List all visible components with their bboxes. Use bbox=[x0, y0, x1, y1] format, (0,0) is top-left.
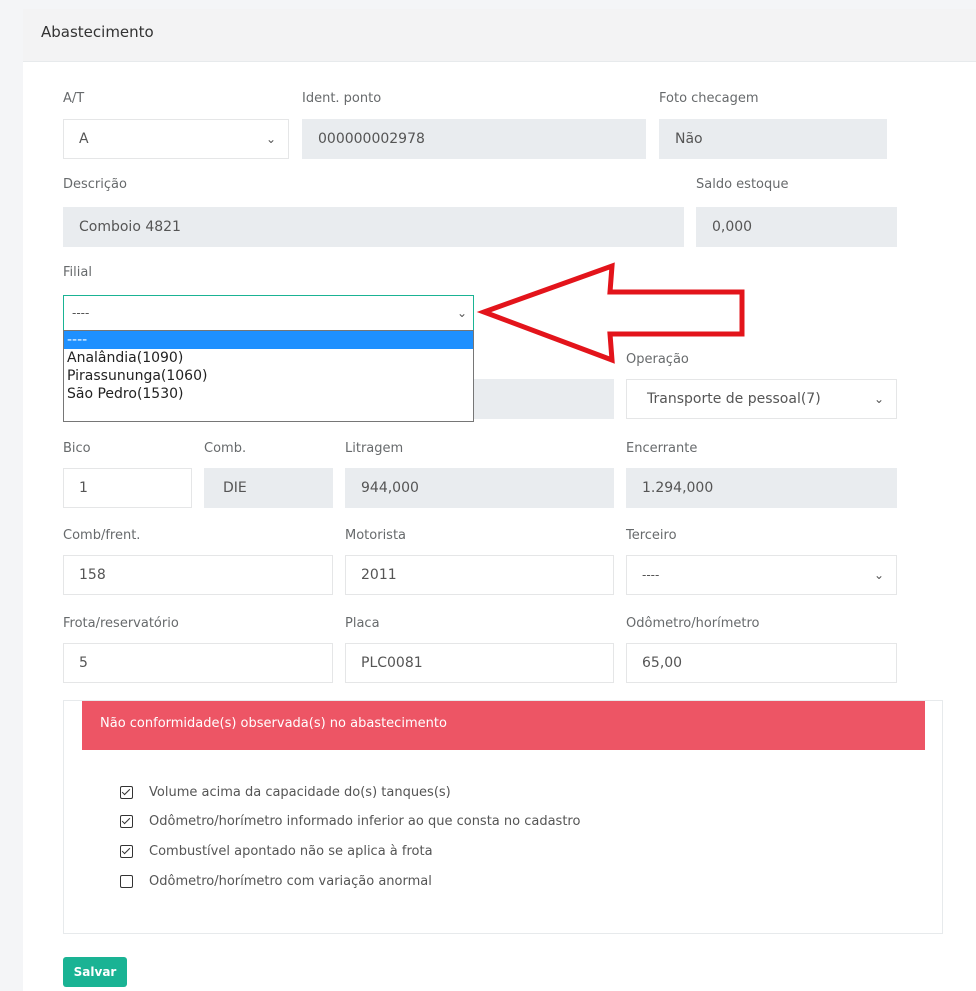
bico-field[interactable]: 1 bbox=[63, 468, 192, 508]
at-select[interactable]: A ⌄ bbox=[63, 119, 289, 159]
chevron-down-icon: ⌄ bbox=[873, 568, 884, 582]
terceiro-label: Terceiro bbox=[626, 528, 677, 543]
operacao-select[interactable]: Transporte de pessoal(7) ⌄ bbox=[626, 379, 897, 419]
ident-ponto-field: 000000002978 bbox=[302, 119, 646, 159]
motorista-label: Motorista bbox=[345, 528, 407, 543]
motorista-field[interactable]: 2011 bbox=[345, 555, 614, 595]
dropdown-option[interactable]: São Pedro(1530) bbox=[64, 385, 473, 403]
dropdown-option[interactable]: Analândia(1090) bbox=[64, 349, 473, 367]
nc-item[interactable]: Odômetro/horímetro com variação anormal bbox=[120, 871, 432, 891]
hidden-field bbox=[474, 379, 614, 419]
encerrante-label: Encerrante bbox=[626, 441, 698, 456]
nc-item-label: Odômetro/horímetro com variação anormal bbox=[149, 873, 432, 889]
saldo-estoque-label: Saldo estoque bbox=[696, 177, 789, 192]
comb-field: DIE bbox=[204, 468, 333, 508]
filial-dropdown-list[interactable]: ---- Analândia(1090) Pirassununga(1060) … bbox=[63, 330, 474, 422]
nc-item-label: Volume acima da capacidade do(s) tanques… bbox=[149, 784, 451, 800]
filial-value: ---- bbox=[72, 306, 90, 320]
chevron-down-icon: ⌄ bbox=[456, 306, 467, 320]
chevron-down-icon: ⌄ bbox=[873, 392, 884, 406]
nc-item-label: Combustível apontado não se aplica à fro… bbox=[149, 843, 433, 859]
frota-field[interactable]: 5 bbox=[63, 643, 333, 683]
nc-item[interactable]: Volume acima da capacidade do(s) tanques… bbox=[120, 782, 451, 802]
comb-label: Comb. bbox=[204, 441, 247, 456]
terceiro-select[interactable]: ---- ⌄ bbox=[626, 555, 897, 595]
descricao-field: Comboio 4821 bbox=[63, 207, 684, 247]
placa-label: Placa bbox=[345, 616, 380, 631]
checkbox-checked[interactable] bbox=[120, 814, 133, 828]
arrow-shape bbox=[476, 262, 745, 364]
frota-label: Frota/reservatório bbox=[63, 616, 179, 631]
nc-item[interactable]: Combustível apontado não se aplica à fro… bbox=[120, 841, 433, 861]
chevron-down-icon: ⌄ bbox=[265, 132, 276, 146]
nonconformity-title: Não conformidade(s) observada(s) no abas… bbox=[100, 716, 447, 731]
filial-select[interactable]: ---- ⌄ bbox=[63, 295, 474, 331]
operacao-value: Transporte de pessoal(7) bbox=[647, 391, 821, 407]
checkbox-unchecked[interactable] bbox=[120, 874, 133, 888]
annotation-arrow-icon bbox=[476, 262, 745, 364]
odometro-field[interactable]: 65,00 bbox=[626, 643, 897, 683]
nonconformity-banner: Não conformidade(s) observada(s) no abas… bbox=[82, 701, 925, 750]
at-value: A bbox=[79, 131, 89, 147]
checkbox-checked[interactable] bbox=[120, 844, 133, 858]
saldo-estoque-field: 0,000 bbox=[696, 207, 897, 247]
filial-label: Filial bbox=[63, 265, 92, 280]
at-label: A/T bbox=[63, 91, 85, 106]
panel-header: Abastecimento bbox=[23, 9, 976, 62]
checkbox-checked[interactable] bbox=[120, 785, 133, 799]
bico-label: Bico bbox=[63, 441, 91, 456]
foto-checagem-label: Foto checagem bbox=[659, 91, 759, 106]
page-title: Abastecimento bbox=[41, 23, 154, 41]
encerrante-field: 1.294,000 bbox=[626, 468, 897, 508]
odometro-label: Odômetro/horímetro bbox=[626, 616, 760, 631]
terceiro-value: ---- bbox=[642, 568, 660, 582]
comb-frent-field[interactable]: 158 bbox=[63, 555, 333, 595]
dropdown-option[interactable]: Pirassununga(1060) bbox=[64, 367, 473, 385]
nc-item[interactable]: Odômetro/horímetro informado inferior ao… bbox=[120, 811, 580, 831]
foto-checagem-field: Não bbox=[659, 119, 887, 159]
comb-frent-label: Comb/frent. bbox=[63, 528, 141, 543]
placa-field[interactable]: PLC0081 bbox=[345, 643, 614, 683]
nc-item-label: Odômetro/horímetro informado inferior ao… bbox=[149, 813, 581, 829]
dropdown-option[interactable]: ---- bbox=[64, 331, 473, 349]
litragem-label: Litragem bbox=[345, 441, 404, 456]
descricao-label: Descrição bbox=[63, 177, 127, 192]
save-button[interactable]: Salvar bbox=[63, 957, 127, 987]
ident-ponto-label: Ident. ponto bbox=[302, 91, 382, 106]
litragem-field: 944,000 bbox=[345, 468, 614, 508]
